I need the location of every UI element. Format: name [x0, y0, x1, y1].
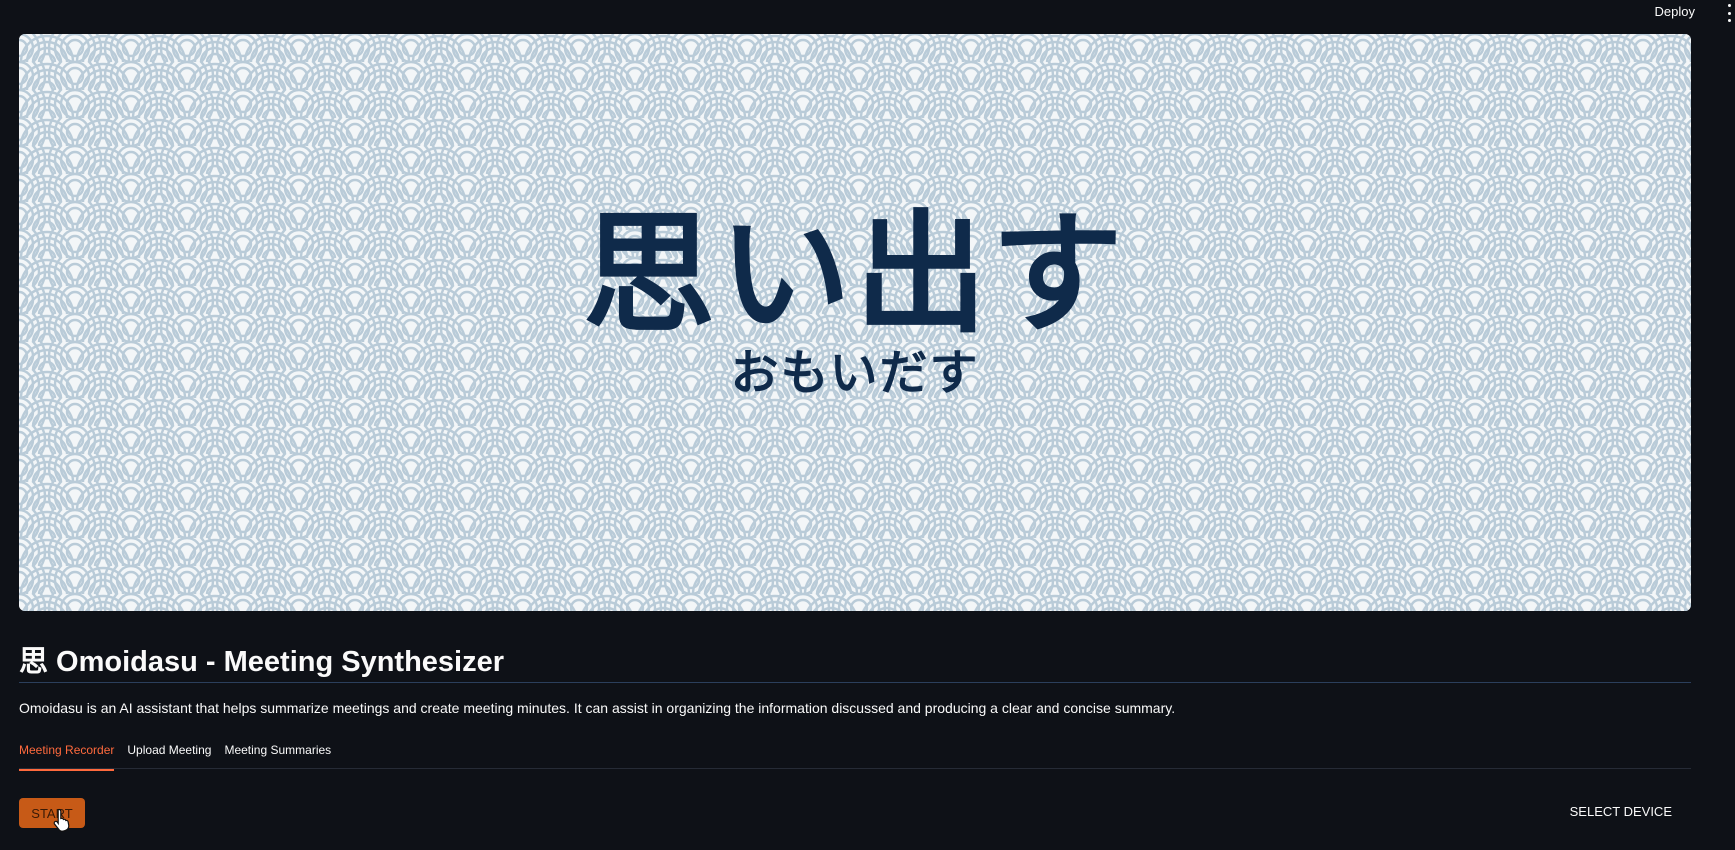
- banner-sub-text: おもいだす: [730, 344, 980, 401]
- banner-text-group: 思い出す おもいだす: [19, 34, 1691, 611]
- select-device-button[interactable]: SELECT DEVICE: [1570, 804, 1672, 819]
- deploy-button[interactable]: Deploy: [1655, 4, 1695, 19]
- page-title: 思 Omoidasu - Meeting Synthesizer: [19, 646, 505, 678]
- tab-meeting-recorder[interactable]: Meeting Recorder: [19, 740, 115, 771]
- tabs-divider: [19, 768, 1691, 769]
- tab-upload-meeting[interactable]: Upload Meeting: [127, 740, 211, 771]
- page-description: Omoidasu is an AI assistant that helps s…: [19, 700, 1176, 716]
- top-toolbar: Deploy: [0, 0, 1735, 28]
- hand-pointer-cursor-icon: [53, 808, 70, 832]
- tab-bar: Meeting Recorder Upload Meeting Meeting …: [19, 740, 331, 771]
- hero-banner-image: 思い出す おもいだす: [19, 34, 1691, 611]
- title-divider: [19, 682, 1691, 683]
- tab-meeting-summaries[interactable]: Meeting Summaries: [224, 740, 331, 771]
- kebab-menu-icon[interactable]: [1723, 4, 1735, 22]
- banner-main-text: 思い出す: [583, 197, 1127, 352]
